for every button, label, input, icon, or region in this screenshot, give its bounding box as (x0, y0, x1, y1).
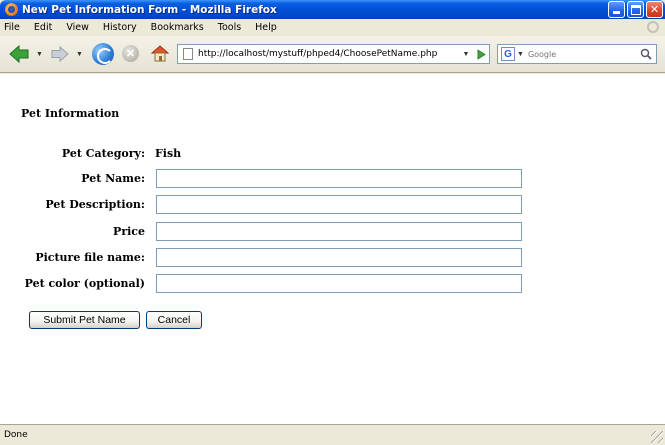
row-pet-name: Pet Name: (0, 169, 665, 189)
navigation-toolbar: ▼ ▼ ✕ http://localhost/mystuff/phped4/Ch… (0, 36, 665, 73)
home-button[interactable] (150, 43, 170, 63)
price-input[interactable] (156, 222, 522, 241)
back-history-dropdown-icon[interactable]: ▼ (36, 51, 43, 58)
page-content: Pet Information Pet Category: Fish Pet N… (0, 74, 665, 424)
back-arrow-icon (9, 44, 29, 64)
pet-category-label: Pet Category: (61, 147, 145, 160)
row-picture-file: Picture file name: (0, 248, 665, 268)
menu-history[interactable]: History (96, 22, 144, 33)
search-bar: G ▼ (497, 44, 657, 64)
resize-grip-icon[interactable] (651, 431, 663, 443)
forward-history-dropdown-icon[interactable]: ▼ (76, 51, 83, 58)
row-pet-category: Pet Category: Fish (0, 144, 665, 164)
search-icon[interactable] (640, 48, 652, 60)
pet-description-label: Pet Description: (45, 198, 145, 211)
search-engine-dropdown-icon[interactable]: ▼ (517, 51, 524, 58)
title-bar: New Pet Information Form - Mozilla Firef… (0, 0, 665, 19)
picture-file-input[interactable] (156, 248, 522, 267)
stop-icon[interactable]: ✕ (122, 45, 139, 62)
pet-category-value: Fish (155, 147, 182, 160)
magnifier-icon (640, 48, 652, 60)
cancel-button[interactable]: Cancel (146, 311, 202, 329)
row-price: Price (0, 222, 665, 242)
firefox-icon (5, 3, 18, 16)
url-text[interactable]: http://localhost/mystuff/phped4/ChoosePe… (198, 49, 437, 59)
picture-file-label: Picture file name: (35, 251, 145, 264)
menu-edit[interactable]: Edit (27, 22, 59, 33)
page-title: Pet Information (21, 107, 120, 120)
status-text: Done (4, 430, 28, 440)
url-dropdown-icon[interactable]: ▼ (459, 45, 473, 63)
home-icon (150, 45, 170, 62)
url-bar[interactable]: http://localhost/mystuff/phped4/ChoosePe… (177, 44, 490, 64)
menu-bar: File Edit View History Bookmarks Tools H… (0, 19, 665, 36)
pet-color-input[interactable] (156, 274, 522, 293)
menu-view[interactable]: View (59, 22, 96, 33)
maximize-button[interactable] (627, 1, 644, 18)
price-label: Price (113, 225, 145, 238)
back-button[interactable] (8, 44, 30, 64)
pet-name-label: Pet Name: (81, 172, 145, 185)
menu-help[interactable]: Help (248, 22, 284, 33)
throbber-icon (647, 21, 659, 33)
menu-tools[interactable]: Tools (211, 22, 248, 33)
maximize-icon (631, 5, 641, 15)
row-pet-color: Pet color (optional) (0, 274, 665, 294)
window-controls: ✕ (608, 1, 663, 18)
menu-file[interactable]: File (0, 22, 27, 33)
forward-button[interactable] (50, 45, 70, 63)
status-bar: Done (0, 424, 665, 445)
forward-arrow-icon (51, 45, 69, 63)
search-input[interactable] (527, 46, 628, 62)
row-pet-description: Pet Description: (0, 195, 665, 215)
submit-pet-name-button[interactable]: Submit Pet Name (29, 311, 140, 329)
pet-color-label: Pet color (optional) (24, 277, 145, 290)
minimize-icon (613, 11, 620, 14)
pet-name-input[interactable] (156, 169, 522, 188)
reload-icon[interactable] (92, 43, 114, 65)
minimize-button[interactable] (608, 1, 625, 18)
page-icon (183, 48, 193, 60)
google-engine-icon[interactable]: G (501, 47, 515, 61)
go-arrow-icon (477, 48, 486, 60)
window-title: New Pet Information Form - Mozilla Firef… (22, 3, 277, 16)
go-button[interactable] (474, 46, 488, 62)
close-button[interactable]: ✕ (646, 1, 663, 18)
pet-description-input[interactable] (156, 195, 522, 214)
close-icon: ✕ (649, 3, 660, 16)
menu-bookmarks[interactable]: Bookmarks (144, 22, 211, 33)
